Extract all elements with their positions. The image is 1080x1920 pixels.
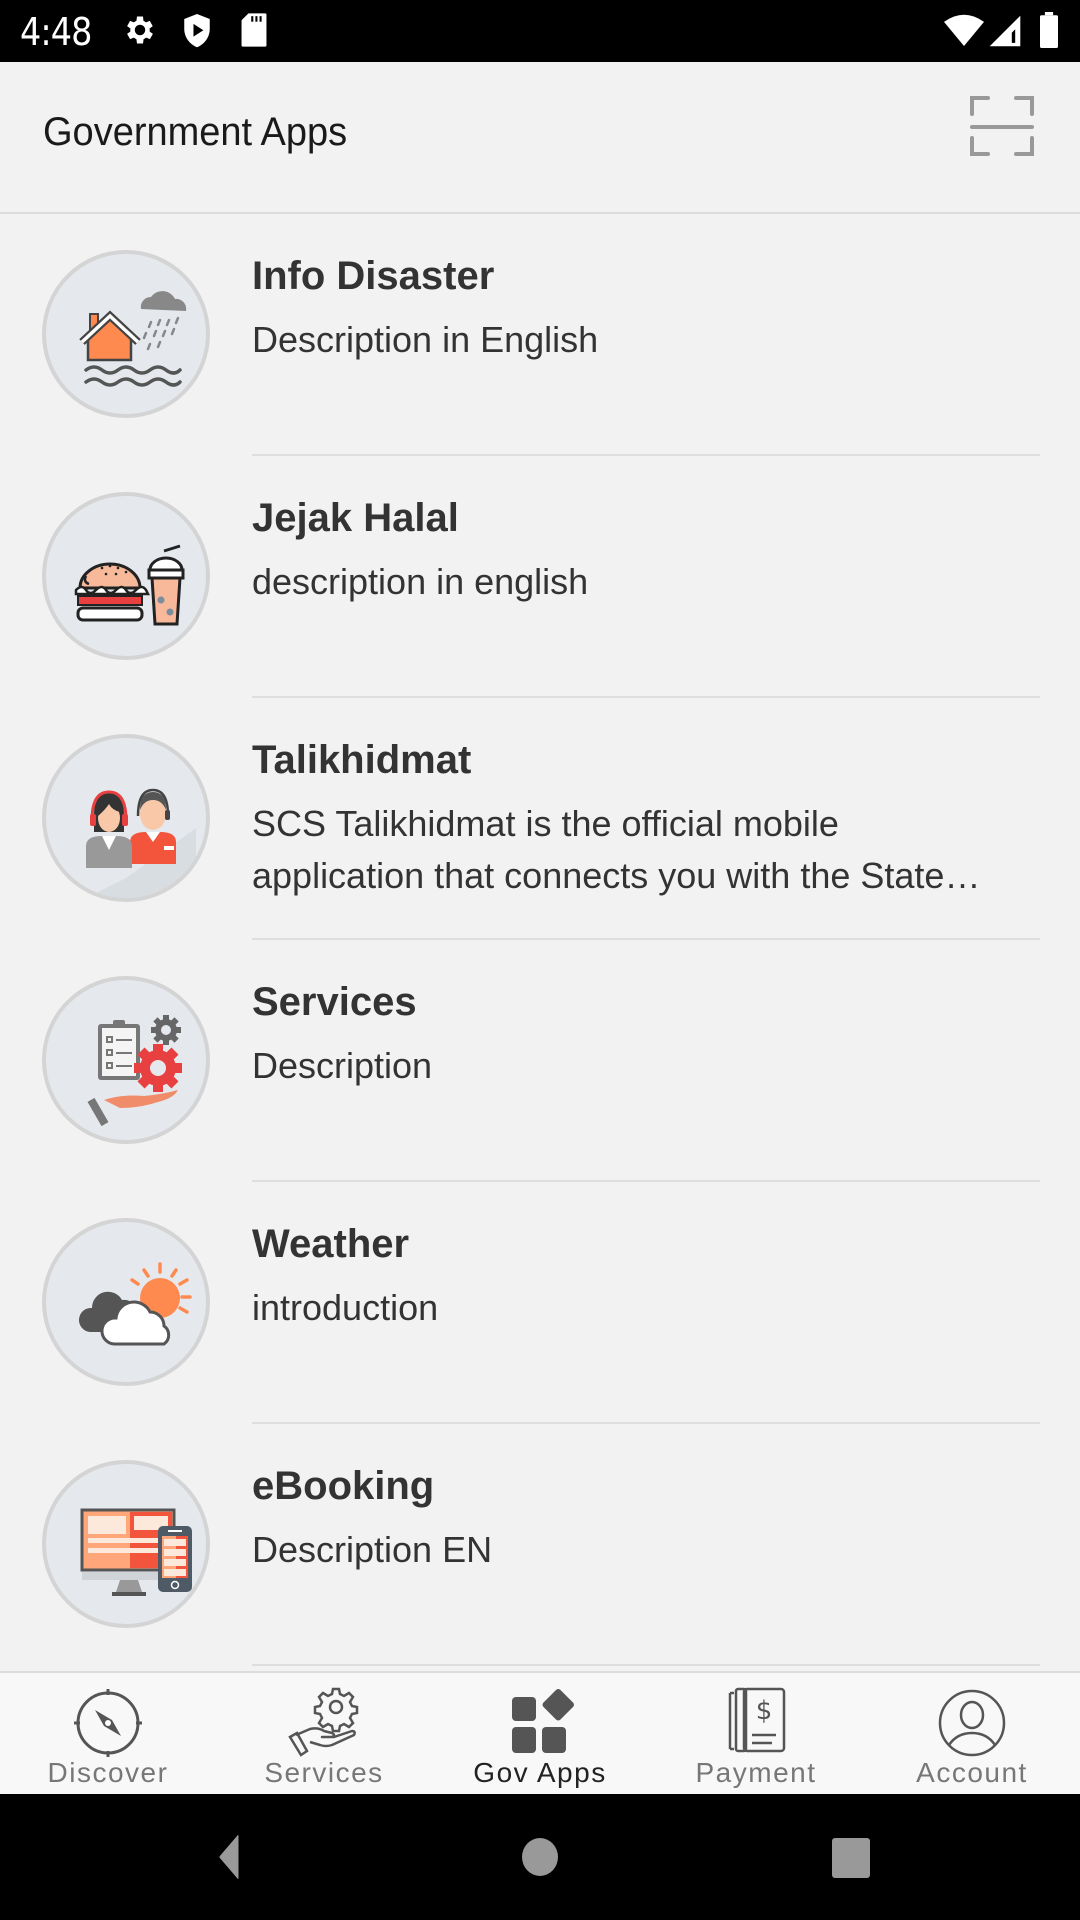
list-item-weather[interactable]: Weather introduction [0, 1182, 1080, 1424]
flood-disaster-icon [79, 291, 187, 387]
list-item-jejak-halal[interactable]: Jejak Halal description in english [0, 456, 1080, 698]
call-center-agents-icon [86, 788, 196, 898]
list-item-ebooking[interactable]: eBooking Description EN [0, 1424, 1080, 1666]
recents-button[interactable] [830, 1834, 872, 1880]
app-avatar [42, 734, 210, 902]
app-description: Description EN [252, 1529, 493, 1570]
compass-icon [74, 1689, 142, 1757]
app-title: eBooking [252, 1464, 435, 1508]
nav-tab-services[interactable]: Services [216, 1673, 432, 1794]
app-title: Services [252, 980, 417, 1024]
app-title: Weather [252, 1222, 410, 1266]
app-avatar [42, 492, 210, 660]
nav-tab-payment[interactable]: $ Payment [648, 1673, 864, 1794]
apps-grid-icon [512, 1689, 574, 1753]
wifi-icon [944, 14, 984, 46]
app-avatar [42, 1218, 210, 1386]
desktop-mobile-icon [80, 1508, 192, 1596]
nav-label: Discover [47, 1757, 169, 1788]
list-item-talikhidmat[interactable]: Talikhidmat SCS Talikhidmat is the offic… [0, 698, 1080, 940]
app-description: Description [252, 1045, 433, 1086]
battery-icon [1040, 12, 1058, 48]
divider [252, 1664, 1040, 1666]
page-title: Government Apps [43, 110, 348, 154]
hand-gear-icon [288, 1687, 359, 1757]
nav-label: Services [264, 1757, 384, 1788]
status-time: 4:48 [20, 10, 92, 54]
bill-dollar-icon: $ [728, 1687, 786, 1753]
system-navigation-bar [0, 1794, 1080, 1920]
nav-label: Account [916, 1757, 1028, 1788]
nav-label: Gov Apps [473, 1757, 607, 1788]
cloud-sun-icon [78, 1262, 192, 1346]
nav-tab-discover[interactable]: Discover [0, 1673, 216, 1794]
burger-drink-icon [74, 544, 185, 626]
app-title: Talikhidmat [252, 738, 472, 782]
app-description: SCS Talikhidmat is the official mobile a… [252, 803, 945, 896]
gov-apps-list: Info Disaster Description in English Jej… [0, 214, 1080, 1666]
app-avatar [42, 250, 210, 418]
list-item-services[interactable]: Services Description [0, 940, 1080, 1182]
app-title: Jejak Halal [252, 496, 459, 540]
app-title: Info Disaster [252, 254, 495, 298]
settings-icon [127, 16, 153, 44]
user-circle-icon [938, 1689, 1006, 1757]
list-item-info-disaster[interactable]: Info Disaster Description in English [0, 214, 1080, 456]
bottom-navigation: Discover Services Gov Apps $ Payment Acc… [0, 1671, 1080, 1794]
app-avatar [42, 976, 210, 1144]
nav-tab-gov-apps[interactable]: Gov Apps [432, 1673, 648, 1794]
svg-text:$: $ [756, 1696, 773, 1726]
app-description: Description in English [252, 319, 599, 360]
status-bar: 4:48 [0, 0, 1080, 62]
shield-play-icon [184, 14, 210, 48]
sd-card-icon [241, 13, 267, 47]
nav-tab-account[interactable]: Account [864, 1673, 1080, 1794]
service-checklist-gear-icon [87, 1015, 182, 1127]
back-button[interactable] [204, 1834, 244, 1880]
home-button[interactable] [520, 1834, 560, 1880]
qr-scan-icon [970, 96, 1034, 156]
signal-icon [989, 15, 1021, 47]
qr-scan-button[interactable] [968, 92, 1036, 160]
app-description: introduction [252, 1287, 439, 1328]
app-bar: Government Apps [0, 62, 1080, 214]
app-avatar [42, 1460, 210, 1628]
nav-label: Payment [695, 1757, 817, 1788]
app-description: description in english [252, 561, 589, 602]
